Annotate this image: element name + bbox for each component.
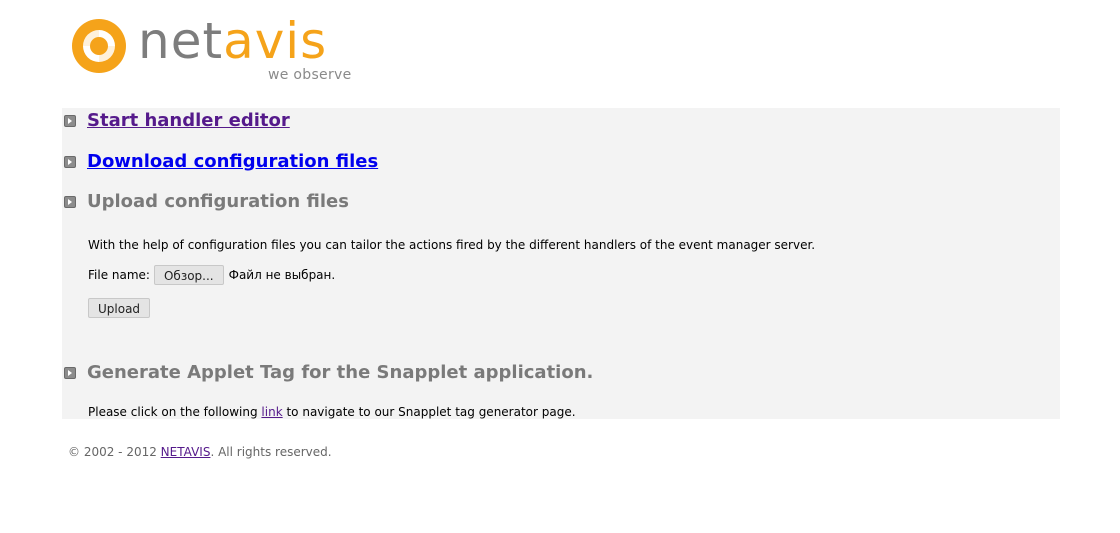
section-download: Download configuration files <box>62 151 378 172</box>
upload-button[interactable]: Upload <box>88 298 151 318</box>
logo-tagline: we observe <box>268 67 352 83</box>
download-config-link[interactable]: Download configuration files <box>87 151 378 172</box>
snapplet-generator-link[interactable]: link <box>261 405 282 419</box>
footer-copyright: © 2002 - 2012 <box>68 445 161 459</box>
applet-text-after: to navigate to our Snapplet tag generato… <box>282 405 576 419</box>
section-applet: Generate Applet Tag for the Snapplet app… <box>62 362 593 383</box>
netavis-swirl-icon <box>72 19 126 73</box>
netavis-logo: netavis we observe <box>70 12 370 85</box>
footer-rights: . All rights reserved. <box>210 445 332 459</box>
arrow-bullet-icon <box>64 155 76 168</box>
upload-heading: Upload configuration files <box>87 191 349 212</box>
file-name-label: File name: <box>88 268 150 282</box>
footer: © 2002 - 2012 NETAVIS. All rights reserv… <box>68 445 332 459</box>
applet-heading: Generate Applet Tag for the Snapplet app… <box>87 362 594 383</box>
arrow-bullet-icon <box>64 114 76 127</box>
section-handler-editor: Start handler editor <box>62 110 290 131</box>
upload-description: With the help of configuration files you… <box>88 238 816 252</box>
section-upload: Upload configuration files <box>62 191 349 212</box>
logo-wordmark: netavis <box>138 8 327 74</box>
logo-wordmark-net: net <box>138 12 224 70</box>
file-input-row: File name: Обзор... Файл не выбран. <box>88 265 335 285</box>
content-panel: Start handler editor Download configurat… <box>62 108 1060 419</box>
applet-description: Please click on the following link to na… <box>88 405 576 419</box>
start-handler-editor-link[interactable]: Start handler editor <box>87 110 290 131</box>
arrow-bullet-icon <box>64 195 76 208</box>
applet-text-before: Please click on the following <box>88 405 262 419</box>
arrow-bullet-icon <box>64 366 76 379</box>
netavis-footer-link[interactable]: NETAVIS <box>161 445 211 459</box>
file-status-text: Файл не выбран. <box>228 268 336 282</box>
browse-button[interactable]: Обзор... <box>153 265 224 285</box>
logo-wordmark-avis: avis <box>223 12 328 70</box>
